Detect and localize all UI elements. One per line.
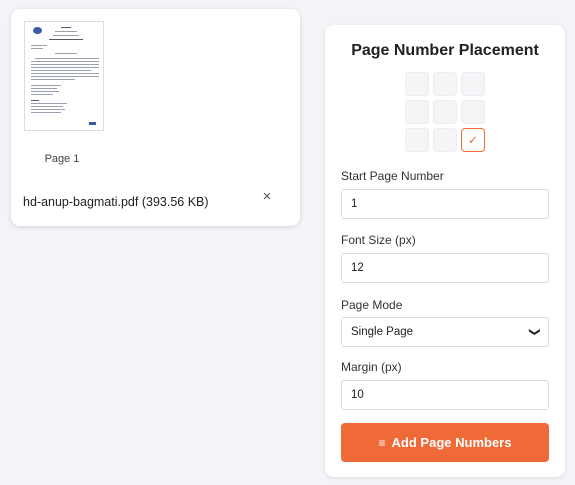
file-name: hd-anup-bagmati.pdf (393.56 KB) — [23, 195, 209, 209]
add-page-numbers-label: Add Page Numbers — [391, 435, 512, 450]
page-mode-label: Page Mode — [341, 298, 403, 312]
file-card: Page 1 hd-anup-bagmati.pdf (393.56 KB) × — [11, 9, 300, 226]
position-middle-right[interactable] — [461, 100, 485, 124]
document-logo-icon — [33, 27, 42, 34]
document-stamp-icon — [89, 122, 96, 125]
position-grid: ✓ — [405, 72, 485, 152]
margin-input[interactable]: 10 — [341, 380, 549, 410]
check-icon: ✓ — [467, 133, 479, 147]
page-thumbnail[interactable] — [24, 21, 104, 131]
chevron-down-icon: ❯ — [528, 327, 541, 337]
start-page-label: Start Page Number — [341, 169, 444, 183]
position-middle-center[interactable] — [433, 100, 457, 124]
add-page-numbers-button[interactable]: ≡ Add Page Numbers — [341, 423, 549, 462]
position-bottom-right[interactable]: ✓ — [461, 128, 485, 152]
font-size-label: Font Size (px) — [341, 233, 416, 247]
panel-title: Page Number Placement — [351, 42, 539, 59]
font-size-input[interactable]: 12 — [341, 253, 549, 283]
start-page-input[interactable]: 1 — [341, 189, 549, 219]
list-ordered-icon: ≡ — [378, 435, 386, 450]
position-bottom-center[interactable] — [433, 128, 457, 152]
position-top-center[interactable] — [433, 72, 457, 96]
settings-panel: Page Number Placement ✓ Start Page Numbe… — [325, 25, 565, 477]
page-mode-select[interactable]: Single Page ❯ — [341, 317, 549, 347]
page-label: Page 1 — [44, 153, 80, 165]
position-top-right[interactable] — [461, 72, 485, 96]
remove-file-close-icon[interactable]: × — [260, 188, 274, 206]
page-mode-value: Single Page — [351, 326, 414, 338]
position-bottom-left[interactable] — [405, 128, 429, 152]
position-middle-left[interactable] — [405, 100, 429, 124]
position-top-left[interactable] — [405, 72, 429, 96]
margin-label: Margin (px) — [341, 360, 402, 374]
